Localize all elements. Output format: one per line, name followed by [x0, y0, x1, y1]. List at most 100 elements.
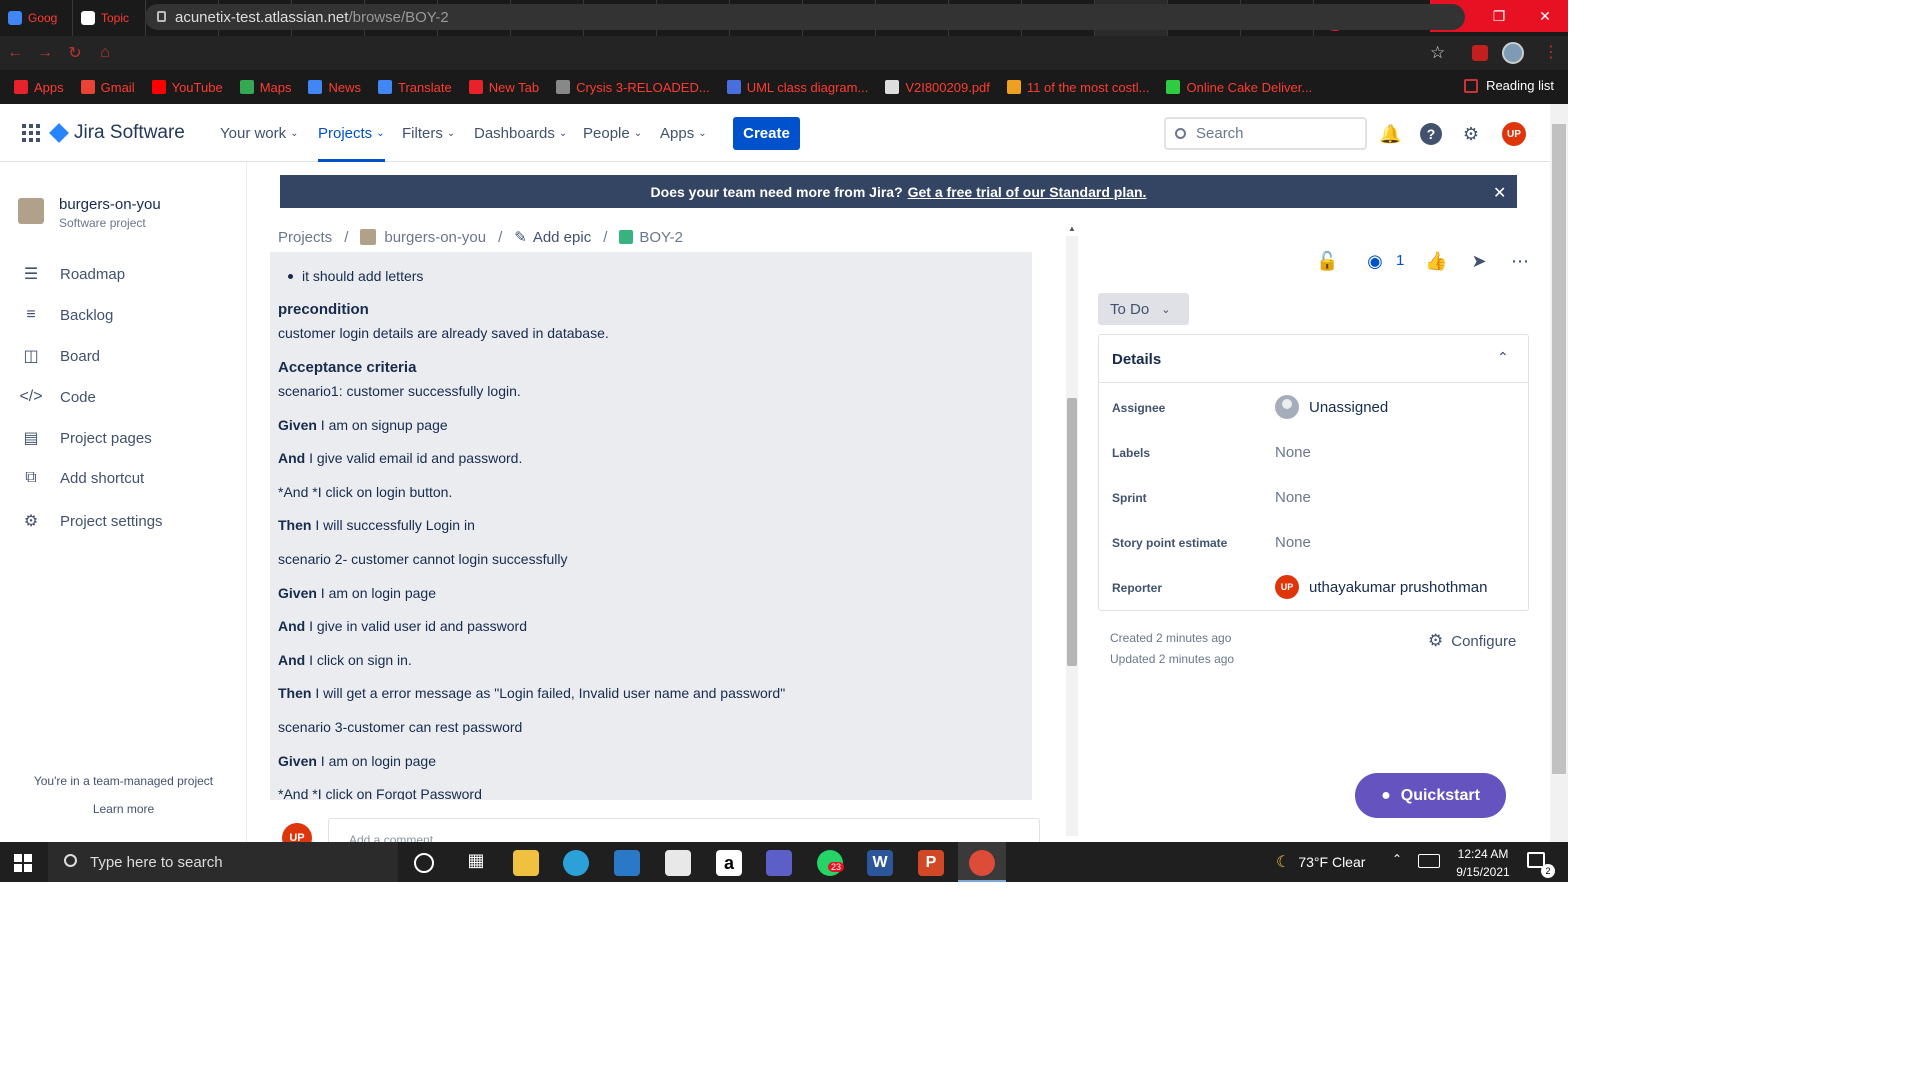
bookmark-item[interactable]: News	[308, 80, 361, 95]
whatsapp-icon[interactable]: 23	[817, 850, 845, 876]
more-actions-icon[interactable]: ⋯	[1509, 250, 1531, 272]
chrome-icon[interactable]	[969, 850, 995, 876]
edge-icon[interactable]	[563, 850, 589, 876]
file-explorer-icon[interactable]	[513, 850, 539, 876]
page-scrollbar-thumb[interactable]	[1552, 124, 1566, 774]
browser-tab[interactable]: Topic	[73, 0, 146, 36]
share-icon[interactable]: ➤	[1468, 250, 1490, 272]
project-avatar-icon	[360, 229, 377, 245]
home-icon[interactable]: ⌂	[90, 44, 120, 62]
sidebar-item-code[interactable]: </> Code	[19, 386, 95, 408]
back-icon[interactable]: ←	[0, 44, 30, 62]
close-window-button[interactable]: ✕	[1522, 0, 1568, 32]
bookmark-item[interactable]: Translate	[378, 80, 452, 95]
browser-tab[interactable]: Goog	[0, 0, 73, 36]
status-dropdown[interactable]: To Do ⌄	[1098, 293, 1189, 325]
teams-icon[interactable]	[766, 850, 792, 876]
tray-chevron-up-icon[interactable]: ⌃	[1392, 852, 1402, 866]
jira-logo[interactable]: Jira Software	[49, 122, 185, 144]
settings-gear-icon[interactable]: ⚙	[1460, 123, 1482, 145]
details-header[interactable]: Details ⌃	[1099, 335, 1528, 383]
nav-people[interactable]: People ⌄	[583, 125, 642, 142]
breadcrumb-separator: /	[498, 228, 503, 246]
app-switcher-icon[interactable]	[22, 124, 40, 142]
weather-widget[interactable]: ☾ 73°F Clear	[1276, 852, 1365, 872]
notifications-icon[interactable]: 🔔	[1379, 123, 1401, 145]
nav-apps[interactable]: Apps ⌄	[660, 125, 707, 142]
learn-more-link[interactable]: Learn more	[0, 802, 247, 816]
powerpoint-icon[interactable]: P	[918, 850, 944, 876]
cortana-icon[interactable]	[414, 853, 434, 873]
field-value[interactable]: None	[1275, 534, 1311, 551]
bookmark-item[interactable]: UML class diagram...	[726, 80, 868, 95]
unassigned-avatar-icon	[1275, 395, 1299, 419]
assignee-value[interactable]: Unassigned	[1275, 395, 1388, 419]
bookmark-item[interactable]: Maps	[239, 80, 291, 95]
nav-projects[interactable]: Projects ⌄	[318, 125, 385, 142]
lock-icon[interactable]: 🔓	[1316, 250, 1338, 272]
nav-your-work[interactable]: Your work ⌄	[220, 125, 299, 142]
bookmark-item[interactable]: Gmail	[80, 80, 135, 95]
bookmark-item[interactable]: Online Cake Deliver...	[1166, 80, 1312, 95]
windows-start-icon[interactable]	[14, 854, 32, 872]
search-icon	[64, 854, 77, 867]
bookmark-item[interactable]: Apps	[14, 80, 64, 95]
quickstart-button[interactable]: ● Quickstart	[1355, 773, 1506, 818]
system-clock[interactable]: 12:24 AM 9/15/2021	[1450, 845, 1516, 881]
taskbar-search-input[interactable]: Type here to search	[48, 842, 398, 882]
word-icon[interactable]: W	[867, 850, 893, 876]
browser-menu-icon[interactable]: ⋮	[1543, 42, 1559, 62]
breadcrumb-issue-key[interactable]: BOY-2	[619, 229, 683, 246]
bookmark-item[interactable]: V2I800209.pdf	[885, 80, 990, 95]
sidebar-item-roadmap[interactable]: ☰ Roadmap	[20, 263, 125, 285]
bookmark-item[interactable]: YouTube	[151, 80, 223, 95]
content-scrollbar-thumb[interactable]	[1067, 398, 1077, 666]
extension-icon[interactable]	[1472, 45, 1488, 61]
bookmark-favicon-icon	[378, 80, 392, 94]
close-icon[interactable]: ✕	[1493, 183, 1506, 203]
banner-trial-link[interactable]: Get a free trial of our Standard plan.	[908, 184, 1147, 200]
url-field[interactable]: acunetix-test.atlassian.net/browse/BOY-2	[145, 4, 1465, 30]
chevron-up-icon[interactable]: ⌃	[1497, 349, 1509, 366]
user-avatar[interactable]: UP	[1502, 122, 1526, 146]
add-epic-button[interactable]: ✎ Add epic	[514, 228, 591, 247]
sidebar-item-project-settings[interactable]: ⚙ Project settings	[20, 510, 163, 532]
configure-button[interactable]: ⚙ Configure	[1428, 631, 1516, 651]
keyboard-icon[interactable]	[1418, 854, 1440, 868]
bookmark-item[interactable]: 11 of the most costl...	[1006, 80, 1149, 95]
sidebar-item-add-shortcut[interactable]: ⧉ Add shortcut	[20, 467, 144, 489]
issue-key-label: BOY-2	[639, 228, 684, 246]
issue-description[interactable]: it should add letters precondition custo…	[270, 252, 1032, 800]
bullet-point	[288, 274, 293, 279]
watchers-count[interactable]: 1	[1396, 252, 1404, 269]
sidebar-item-project-pages[interactable]: ▤ Project pages	[20, 427, 151, 449]
mail-icon[interactable]	[614, 850, 640, 876]
task-view-icon[interactable]: ▦	[463, 850, 489, 876]
reporter-value[interactable]: UP uthayakumar prushothman	[1275, 575, 1487, 599]
field-value[interactable]: None	[1275, 489, 1311, 506]
amazon-icon[interactable]: a	[716, 850, 742, 876]
project-name[interactable]: burgers-on-you	[59, 196, 161, 213]
bookmark-item[interactable]: New Tab	[468, 80, 539, 95]
store-icon[interactable]	[665, 850, 691, 876]
nav-filters[interactable]: Filters ⌄	[402, 125, 455, 142]
watch-eye-icon[interactable]: ◉	[1364, 250, 1386, 272]
sidebar-item-backlog[interactable]: ≡ Backlog	[20, 304, 113, 326]
reload-icon[interactable]: ↻	[60, 43, 90, 63]
breadcrumb-projects[interactable]: Projects	[278, 229, 332, 246]
nav-dashboards[interactable]: Dashboards ⌄	[474, 125, 567, 142]
scroll-up-arrow-icon[interactable]: ▲	[1068, 224, 1076, 233]
bookmark-item[interactable]: Crysis 3-RELOADED...	[556, 80, 710, 95]
reading-list-button[interactable]: Reading list	[1464, 78, 1554, 93]
search-input[interactable]: Search	[1164, 117, 1367, 150]
breadcrumb-project[interactable]: burgers-on-you	[360, 229, 486, 246]
bookmark-star-icon[interactable]: ☆	[1430, 43, 1445, 63]
sidebar-item-board[interactable]: ◫ Board	[20, 345, 100, 367]
forward-icon[interactable]: →	[30, 44, 60, 62]
thumbs-up-icon[interactable]: 👍	[1425, 250, 1447, 272]
field-value[interactable]: None	[1275, 444, 1311, 461]
profile-avatar[interactable]	[1502, 42, 1524, 64]
maximize-button[interactable]: ❐	[1476, 0, 1522, 32]
create-button[interactable]: Create	[733, 117, 800, 150]
help-icon[interactable]: ?	[1420, 123, 1442, 145]
